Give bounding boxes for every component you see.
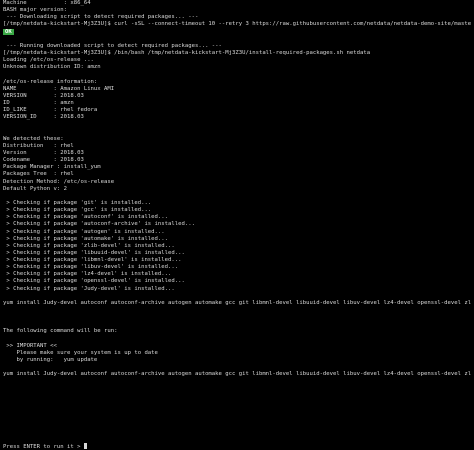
output-line: BASH major version: [3, 7, 67, 14]
output-line: VERSION : 2018.03 [3, 92, 84, 99]
text-cursor[interactable] [83, 442, 87, 449]
output-line: >> IMPORTANT << [3, 342, 57, 349]
output-line: [/tmp/netdata-kickstart-Mj3Z3U]$ /bin/ba… [3, 49, 371, 56]
output-line: Detection Method: /etc/os-release [3, 178, 115, 185]
output-line: > Checking if package 'lz4-devel' is ins… [3, 271, 172, 278]
enter-prompt-line: Press ENTER to run it > [3, 442, 471, 450]
output-line: > Checking if package 'gcc' is installed… [3, 207, 152, 214]
output-line: > Checking if package 'libuv-devel' is i… [3, 264, 179, 271]
ok-status-line: OK [3, 28, 471, 36]
output-line: Default Python v: 2 [3, 185, 67, 192]
output-line: yum install Judy-devel autoconf autoconf… [3, 371, 471, 378]
output-line: Distribution : rhel [3, 142, 74, 149]
output-line: [/tmp/netdata-kickstart-Mj3Z3U]$ curl -s… [3, 21, 471, 28]
output-line: Loading /etc/os-release ... [3, 57, 94, 64]
output-line: We detected these: [3, 135, 64, 142]
ok-badge: OK [3, 28, 14, 35]
output-line: --- Downloading script to detect require… [3, 14, 199, 21]
output-line: > Checking if package 'zlib-devel' is in… [3, 242, 175, 249]
terminal-window[interactable]: Machine : x86_64 BASH major version: --- … [0, 0, 474, 450]
output-line: Machine : x86_64 [3, 0, 91, 6]
output-line: > Checking if package 'autoconf' is inst… [3, 214, 169, 221]
output-line: > Checking if package 'git' is installed… [3, 199, 152, 206]
output-line: by running: yum update [3, 357, 98, 364]
enter-prompt-text: Press ENTER to run it > [3, 443, 84, 450]
output-line: > Checking if package 'autoconf-archive'… [3, 221, 195, 228]
output-line: --- Running downloaded script to detect … [3, 42, 222, 49]
output-line: ID_LIKE : rhel fedora [3, 107, 98, 114]
output-line: > Checking if package 'automake' is inst… [3, 235, 169, 242]
output-line: Version : 2018.03 [3, 149, 84, 156]
output-line: > Checking if package 'libmnl-devel' is … [3, 257, 182, 264]
output-line: Unknown distribution ID: amzn [3, 64, 101, 71]
output-line: Package Manager : install_yum [3, 164, 101, 171]
output-line: VERSION_ID : 2018.03 [3, 114, 84, 121]
output-line: > Checking if package 'openssl-devel' is… [3, 278, 185, 285]
output-line: Codename : 2018.03 [3, 157, 84, 164]
output-line: ID : amzn [3, 99, 74, 106]
output-line: Please make sure your system is up to da… [3, 349, 158, 356]
output-line: > Checking if package 'autogen' is insta… [3, 228, 165, 235]
output-line: /etc/os-release information: [3, 78, 98, 85]
output-line: yum install Judy-devel autoconf autoconf… [3, 299, 471, 306]
output-line: > Checking if package 'libuuid-devel' is… [3, 249, 185, 256]
output-line: Packages Tree : rhel [3, 171, 74, 178]
output-line: NAME : Amazon Linux AMI [3, 85, 115, 92]
output-line: > Checking if package 'Judy-devel' is in… [3, 285, 175, 292]
